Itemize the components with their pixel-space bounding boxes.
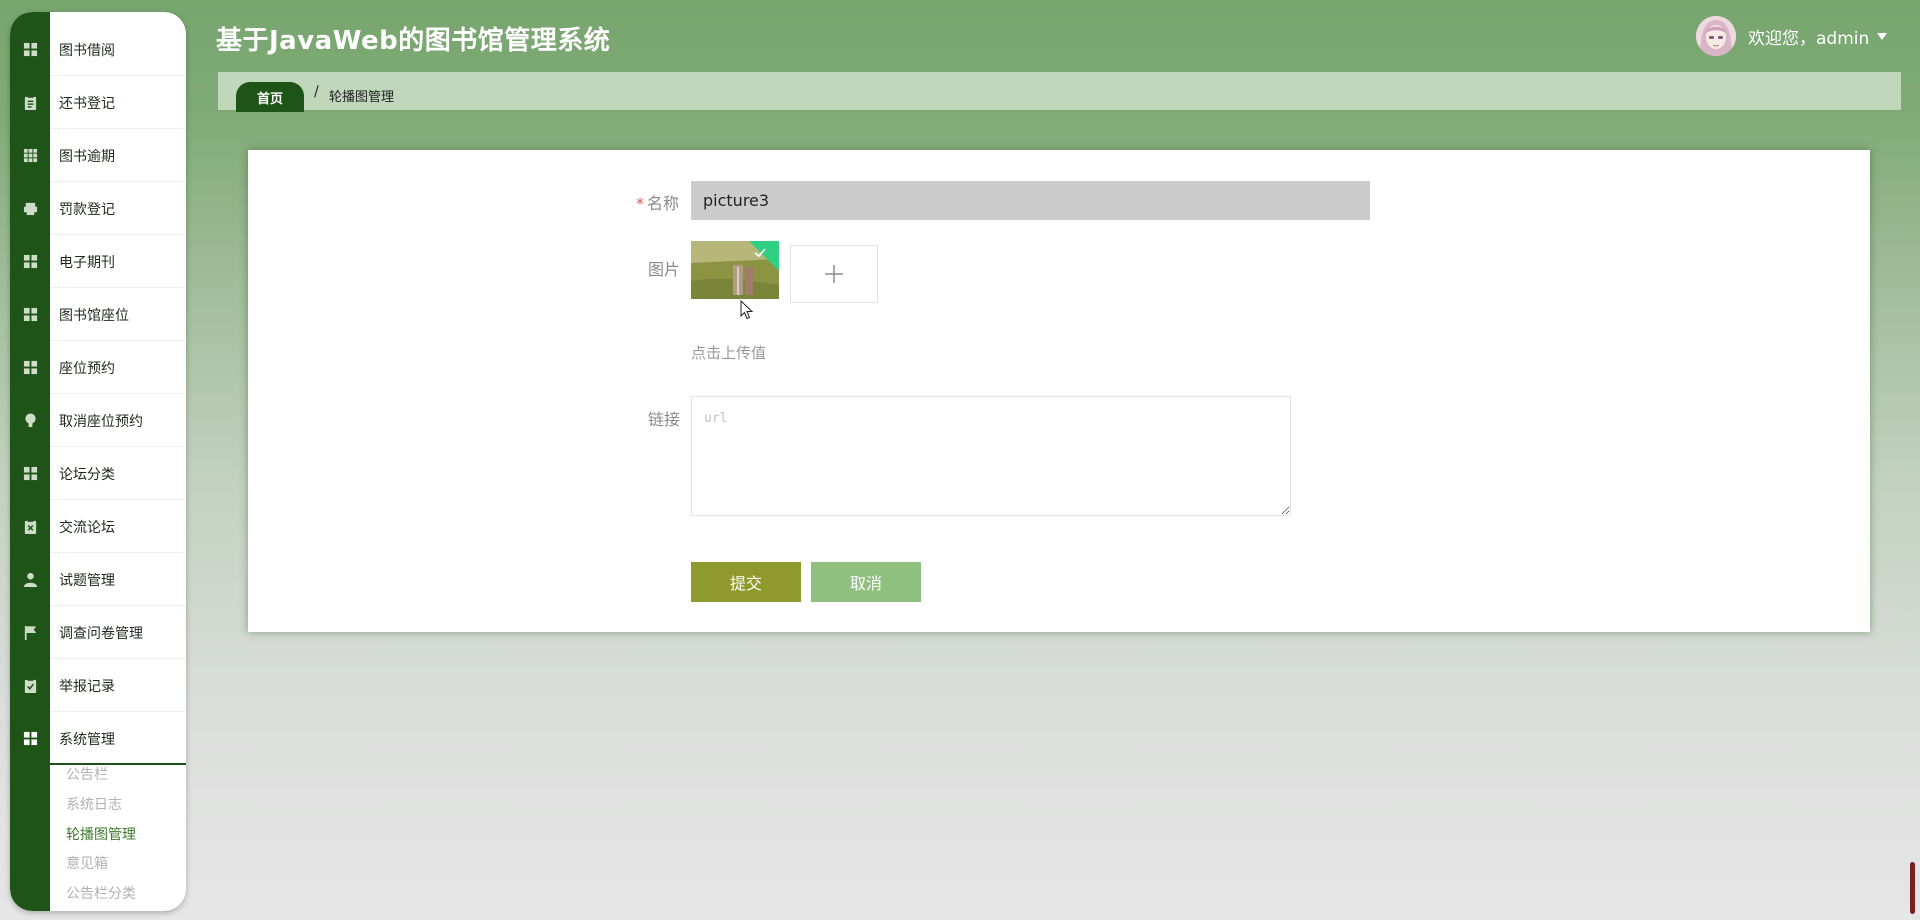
sidebar-item-book-return[interactable]: 还书登记	[10, 76, 186, 129]
app-title: 基于JavaWeb的图书馆管理系统	[216, 26, 611, 56]
image-label: 图片	[648, 260, 681, 279]
sidebar-item-reports[interactable]: 举报记录	[10, 659, 186, 712]
sidebar-item-library-seat[interactable]: 图书馆座位	[10, 288, 186, 341]
sidebar-item-label: 试题管理	[59, 572, 115, 589]
sidebar-item-fine-register[interactable]: 罚款登记	[10, 182, 186, 235]
sidebar-item-seat-reservation[interactable]: 座位预约	[10, 341, 186, 394]
breadcrumb-home[interactable]: 首页	[236, 82, 304, 112]
sidebar-item-label: 取消座位预约	[59, 413, 143, 430]
submenu-item-notice-board[interactable]: 公告栏	[66, 764, 108, 784]
breadcrumb-separator: /	[314, 84, 319, 100]
avatar	[1696, 16, 1736, 56]
sidebar-item-label: 罚款登记	[59, 201, 115, 218]
grid-icon	[10, 447, 50, 500]
name-input[interactable]	[691, 181, 1370, 220]
link-textarea[interactable]	[691, 396, 1291, 516]
submenu-item-notice-category[interactable]: 公告栏分类	[66, 883, 136, 903]
sidebar-item-label: 图书馆座位	[59, 307, 129, 324]
sidebar: 图书借阅 还书登记 图书逾期 罚款登记 电子期刊 图书馆座位 座位预约 取消座位…	[10, 12, 186, 911]
sidebar-item-label: 电子期刊	[59, 254, 115, 271]
grid-icon	[10, 341, 50, 394]
flag-icon	[10, 606, 50, 659]
submenu-item-carousel-management[interactable]: 轮播图管理	[66, 824, 136, 844]
plus-icon	[825, 265, 843, 283]
grid-icon	[10, 23, 50, 76]
clipboard-x-icon	[10, 500, 50, 553]
user-icon	[10, 553, 50, 606]
sidebar-item-label: 系统管理	[59, 731, 115, 748]
sidebar-item-label: 还书登记	[59, 95, 115, 112]
breadcrumb-current: 轮播图管理	[329, 90, 395, 105]
uploaded-image-thumbnail[interactable]	[691, 241, 779, 299]
required-mark: *	[636, 194, 644, 213]
sidebar-item-book-overdue[interactable]: 图书逾期	[10, 129, 186, 182]
cancel-button[interactable]: 取消	[811, 562, 921, 602]
grid-icon	[10, 712, 50, 765]
submenu-item-system-log[interactable]: 系统日志	[66, 794, 122, 814]
sidebar-item-survey[interactable]: 调查问卷管理	[10, 606, 186, 659]
submit-button[interactable]: 提交	[691, 562, 801, 602]
welcome-text: 欢迎您，admin	[1748, 28, 1870, 49]
sidebar-item-book-borrow[interactable]: 图书借阅	[10, 23, 186, 76]
caret-down-icon	[1877, 32, 1888, 40]
submenu-item-suggestion-box[interactable]: 意见箱	[66, 853, 108, 873]
clipboard-icon	[10, 76, 50, 129]
link-label: 链接	[648, 410, 681, 429]
bulb-icon	[10, 394, 50, 447]
sidebar-item-label: 调查问卷管理	[59, 625, 143, 642]
upload-hint: 点击上传值	[691, 344, 767, 362]
sidebar-item-label: 举报记录	[59, 678, 115, 695]
sidebar-item-label: 座位预约	[59, 360, 115, 377]
breadcrumb: 首页 / 轮播图管理	[218, 72, 1901, 112]
grid-icon	[10, 235, 50, 288]
clipboard-check-icon	[10, 659, 50, 712]
sidebar-item-forum[interactable]: 交流论坛	[10, 500, 186, 553]
sidebar-item-label: 交流论坛	[59, 519, 115, 536]
apps-icon	[10, 129, 50, 182]
name-label-text: 名称	[647, 194, 680, 213]
form-card: *名称 图片 点击上传值 链接 提交 取消	[248, 150, 1870, 632]
sidebar-item-ejournal[interactable]: 电子期刊	[10, 235, 186, 288]
grid-icon	[10, 288, 50, 341]
sidebar-item-forum-category[interactable]: 论坛分类	[10, 447, 186, 500]
scroll-indicator[interactable]	[1910, 862, 1915, 914]
sidebar-item-exam-questions[interactable]: 试题管理	[10, 553, 186, 606]
mouse-cursor-icon	[740, 300, 754, 320]
name-label: * 名称	[636, 190, 679, 214]
printer-icon	[10, 182, 50, 235]
sidebar-item-label: 论坛分类	[59, 466, 115, 483]
upload-image-button[interactable]	[790, 245, 878, 303]
sidebar-item-system-management[interactable]: 系统管理	[10, 712, 186, 765]
sidebar-item-label: 图书借阅	[59, 42, 115, 59]
sidebar-item-cancel-seat-reservation[interactable]: 取消座位预约	[10, 394, 186, 447]
sidebar-item-label: 图书逾期	[59, 148, 115, 165]
user-menu[interactable]: 欢迎您，admin	[1696, 16, 1888, 56]
